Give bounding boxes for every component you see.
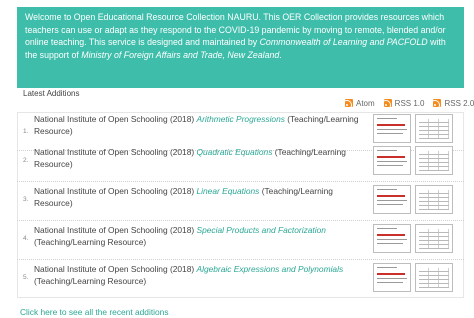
welcome-banner: Welcome to Open Educational Resource Col…: [17, 7, 464, 88]
thumbnail-image[interactable]: [415, 146, 453, 175]
list-item: 5. National Institute of Open Schooling …: [17, 260, 464, 299]
thumbnail-image[interactable]: [373, 146, 411, 175]
feed-links: Atom RSS 1.0 RSS 2.0: [345, 97, 474, 109]
item-number: 1.: [23, 128, 29, 135]
item-number: 3.: [23, 196, 29, 203]
item-title-link[interactable]: Linear Equations: [197, 186, 260, 196]
item-author: National Institute of Open Schooling: [34, 186, 168, 196]
thumbnail-image[interactable]: [415, 224, 453, 253]
item-year: (2018): [169, 147, 195, 157]
item-author: National Institute of Open Schooling: [34, 114, 168, 124]
item-title-link[interactable]: Quadratic Equations: [197, 147, 273, 157]
list-item: 3. National Institute of Open Schooling …: [17, 182, 464, 221]
item-text: National Institute of Open Schooling (20…: [34, 114, 367, 137]
recent-additions-link[interactable]: Click here to see all the recent additio…: [20, 307, 169, 317]
rss-icon: [383, 99, 392, 107]
item-text: National Institute of Open Schooling (20…: [34, 147, 367, 170]
list-item: 2. National Institute of Open Schooling …: [17, 143, 464, 182]
item-author: National Institute of Open Schooling: [34, 225, 168, 235]
thumbnail-image[interactable]: [373, 114, 411, 143]
thumbnail-image[interactable]: [415, 263, 453, 292]
item-text: National Institute of Open Schooling (20…: [34, 264, 367, 287]
rss2-feed-link[interactable]: RSS 2.0: [433, 99, 474, 108]
item-title-link[interactable]: Arithmetic Progressions: [197, 114, 285, 124]
item-type: (Teaching/Learning Resource): [34, 275, 147, 286]
item-author: National Institute of Open Schooling: [34, 147, 168, 157]
atom-feed-link[interactable]: Atom: [345, 99, 375, 108]
item-year: (2018): [169, 186, 195, 196]
banner-link-mfat[interactable]: Ministry of Foreign Affairs and Trade, N…: [81, 50, 279, 60]
list-item: 4. National Institute of Open Schooling …: [17, 221, 464, 260]
feed-label: RSS 1.0: [394, 98, 425, 108]
banner-link-col[interactable]: Commonwealth of Learning and PACFOLD: [260, 37, 428, 47]
item-number: 4.: [23, 235, 29, 242]
item-author: National Institute of Open Schooling: [34, 264, 168, 274]
rss-icon: [345, 99, 353, 107]
item-year: (2018): [169, 114, 195, 124]
item-year: (2018): [169, 264, 195, 274]
item-title-link[interactable]: Algebraic Expressions and Polynomials: [197, 264, 344, 274]
feed-label: Atom: [356, 98, 375, 108]
rss-icon: [433, 99, 442, 107]
item-text: National Institute of Open Schooling (20…: [34, 225, 367, 248]
thumbnail-image[interactable]: [415, 185, 453, 214]
thumbnail-image[interactable]: [373, 263, 411, 292]
item-year: (2018): [169, 225, 195, 235]
item-title-link[interactable]: Special Products and Factorization: [197, 225, 326, 235]
item-text: National Institute of Open Schooling (20…: [34, 186, 367, 209]
item-number: 2.: [23, 157, 29, 164]
thumbnail-image[interactable]: [415, 114, 453, 143]
thumbnail-image[interactable]: [373, 185, 411, 214]
item-type: (Teaching/Learning Resource): [34, 236, 147, 247]
rss1-feed-link[interactable]: RSS 1.0: [383, 98, 425, 108]
feed-label: RSS 2.0: [444, 98, 474, 108]
banner-text-3: .: [279, 49, 282, 60]
item-number: 5.: [23, 274, 29, 281]
thumbnail-image[interactable]: [373, 224, 411, 253]
latest-additions-heading: Latest Additions: [23, 89, 80, 98]
